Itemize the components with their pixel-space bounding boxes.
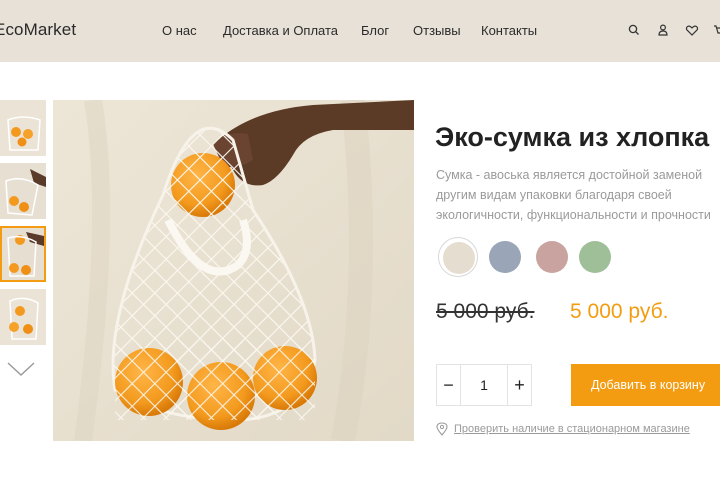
product-title: Эко-сумка из хлопка [435, 122, 710, 152]
check-store-link[interactable]: Проверить наличие в стационарном магазин… [454, 423, 690, 435]
color-swatch-sage-green[interactable] [575, 237, 615, 277]
user-icon[interactable] [655, 22, 671, 38]
quantity-decrease-button[interactable]: − [437, 365, 461, 405]
description-line-3: экологичности, функциональности и прочно… [436, 208, 711, 222]
chevron-down-icon[interactable] [6, 360, 36, 378]
quantity-input[interactable] [461, 365, 507, 405]
color-swatches [438, 237, 720, 277]
add-to-cart-button[interactable]: Добавить в корзину [571, 364, 720, 406]
nav-item-reviews[interactable]: Отзывы [413, 23, 461, 38]
thumbnail-3[interactable] [0, 226, 46, 282]
location-pin-icon [436, 422, 448, 436]
quantity-stepper: − + [436, 364, 532, 406]
thumbnail-1[interactable] [0, 100, 46, 156]
nav-item-contacts[interactable]: Контакты [481, 23, 537, 38]
color-swatch-beige[interactable] [438, 237, 478, 277]
color-swatch-blue-gray[interactable] [485, 237, 525, 277]
quantity-increase-button[interactable]: + [507, 365, 531, 405]
nav-item-delivery[interactable]: Доставка и Оплата [223, 23, 338, 38]
description-line-1: Сумка - авоська является достойной замен… [436, 168, 703, 182]
product-description: Сумка - авоська является достойной замен… [436, 165, 720, 225]
cart-icon[interactable] [712, 22, 720, 38]
thumbnail-2[interactable] [0, 163, 46, 219]
heart-icon[interactable] [684, 22, 700, 38]
search-icon[interactable] [626, 22, 642, 38]
nav-item-about[interactable]: О нас [162, 23, 197, 38]
site-header: EcoMarket О нас Доставка и Оплата Блог О… [0, 0, 720, 62]
old-price: 5 000 руб. [436, 300, 535, 323]
main-nav: О нас Доставка и Оплата Блог Отзывы Конт… [0, 23, 720, 39]
description-line-2: другим видам упаковки благодаря своей [436, 188, 672, 202]
nav-item-blog[interactable]: Блог [361, 23, 389, 38]
product-main-image [53, 100, 414, 441]
thumbnail-4[interactable] [0, 289, 46, 345]
color-swatch-dusty-rose[interactable] [532, 237, 572, 277]
current-price: 5 000 руб. [570, 300, 669, 323]
